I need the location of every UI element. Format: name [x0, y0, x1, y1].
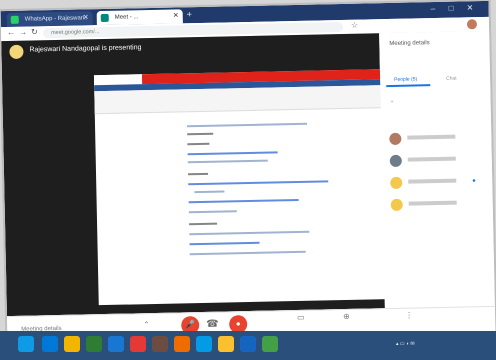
screen: WhatsApp - Rajeswari.. ✕ Meet - ... ✕ + … [0, 0, 496, 342]
doc-line [187, 122, 308, 128]
panel-title: Meeting details [389, 40, 430, 48]
avatar [390, 198, 403, 212]
forward-icon[interactable]: → [19, 28, 27, 37]
doc-line [187, 142, 210, 146]
doc-line [188, 172, 209, 176]
new-tab-button[interactable]: + [187, 9, 192, 19]
participant-row[interactable] [390, 197, 489, 213]
present-icon[interactable]: ⊕ [343, 312, 350, 321]
chevron-up-icon[interactable]: ⌃ [143, 320, 150, 329]
doc-line [189, 230, 310, 236]
doc-line [188, 210, 237, 214]
avatar [390, 176, 403, 190]
back-icon[interactable]: ← [7, 28, 15, 37]
doc-line [189, 250, 306, 256]
doc-line [188, 180, 329, 186]
app-icon[interactable] [240, 336, 256, 352]
add-people-icon[interactable]: + [391, 99, 394, 105]
tab-label: WhatsApp - Rajeswari.. [24, 15, 88, 23]
tab-chat[interactable]: Chat [446, 76, 457, 82]
chrome-icon[interactable] [218, 336, 234, 352]
presenter-label: Rajeswari Nandagopal is presenting [29, 44, 142, 54]
app-icon[interactable] [108, 336, 124, 352]
people-panel: Meeting details People (5) Chat + ● [379, 30, 495, 309]
captions-icon[interactable]: ▭ [297, 313, 305, 322]
word-ribbon [94, 85, 383, 115]
folder-icon[interactable] [64, 336, 80, 352]
close-tab-icon[interactable]: ✕ [173, 9, 179, 23]
app-icon[interactable] [174, 336, 190, 352]
maximize-button[interactable]: □ [449, 4, 454, 13]
bookmark-star-icon[interactable]: ☆ [351, 21, 358, 30]
active-tab-indicator [386, 84, 431, 88]
participant-name [407, 156, 456, 162]
app-icon[interactable] [262, 336, 278, 352]
avatar [389, 132, 402, 146]
app-icon[interactable] [152, 336, 168, 352]
participant-name [408, 200, 457, 206]
app-icon[interactable] [130, 336, 146, 352]
windows-taskbar: ▴ ▭ ◖ ✉ [0, 331, 496, 360]
app-icon[interactable] [86, 336, 102, 352]
doc-line [187, 132, 214, 136]
edge-icon[interactable] [42, 336, 58, 352]
participant-name [408, 178, 457, 184]
tray-icons[interactable]: ▴ ▭ ◖ ✉ [396, 341, 415, 347]
presentation-area: Rajeswari Nandagopal is presenting [1, 33, 388, 342]
doc-line [189, 222, 218, 226]
participant-name [407, 134, 456, 140]
monitor-frame: WhatsApp - Rajeswari.. ✕ Meet - ... ✕ + … [0, 0, 496, 360]
status-icon: ● [472, 178, 476, 185]
doc-line [187, 151, 278, 156]
whatsapp-icon [10, 15, 19, 24]
avatar [389, 154, 402, 168]
close-tab-icon[interactable]: ✕ [83, 11, 89, 25]
start-icon[interactable] [18, 336, 34, 352]
doc-line [188, 198, 299, 204]
doc-line [194, 190, 225, 194]
tab-people[interactable]: People (5) [394, 76, 417, 82]
presenter-avatar [9, 44, 24, 59]
minimize-button[interactable]: – [431, 4, 436, 13]
doc-line [189, 241, 260, 246]
meet-icon [100, 13, 109, 23]
doc-line [187, 159, 268, 164]
hang-up-button[interactable]: ☎ [206, 319, 219, 330]
participant-row[interactable] [389, 131, 487, 147]
close-window-button[interactable]: ✕ [467, 3, 474, 12]
participant-row[interactable] [389, 153, 488, 169]
reload-icon[interactable]: ↻ [31, 27, 38, 36]
profile-avatar[interactable] [466, 19, 478, 30]
participant-row[interactable]: ● [390, 175, 488, 191]
more-options-icon[interactable]: ⋮ [405, 311, 413, 320]
tab-label: Meet - ... [114, 14, 139, 21]
shared-screen [93, 69, 388, 342]
app-icon[interactable] [196, 336, 212, 352]
